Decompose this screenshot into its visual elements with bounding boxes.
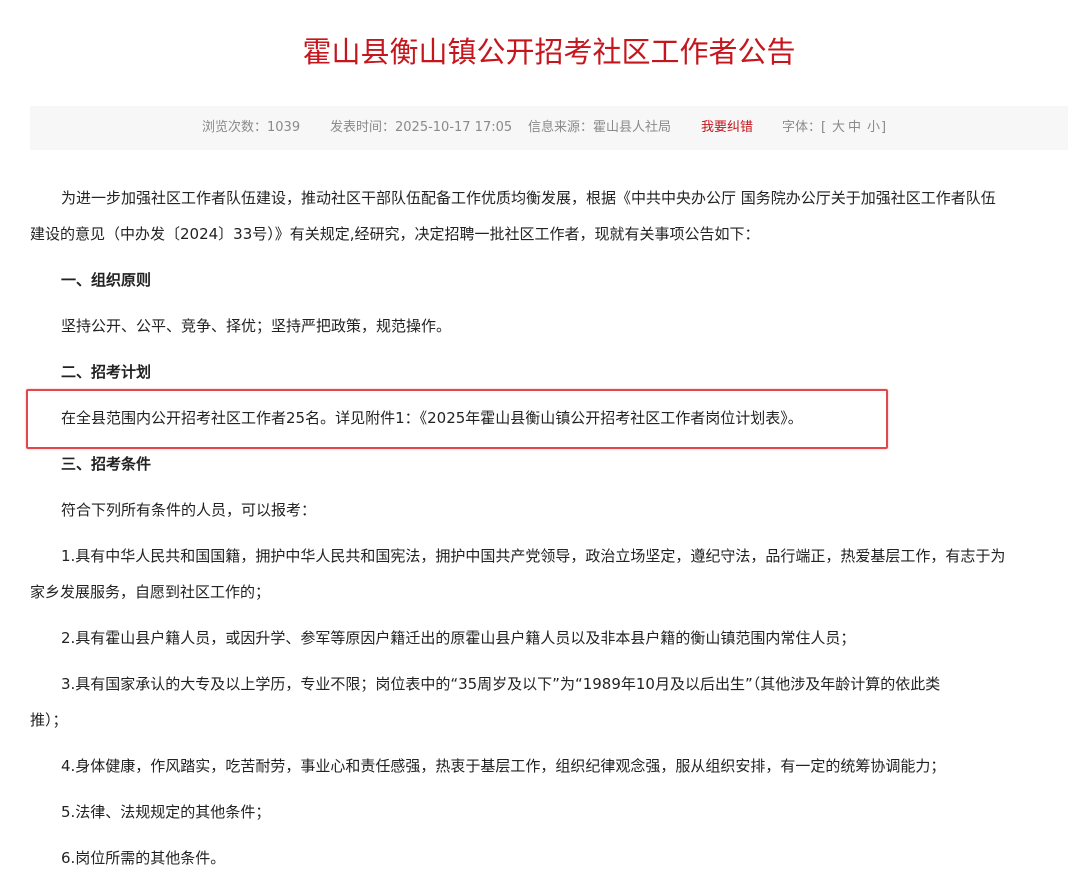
report-error-link[interactable]: 我要纠错 <box>701 106 753 150</box>
section-heading-requirements: 三、招考条件 <box>61 455 152 473</box>
requirement-item-1-line2: 家乡发展服务，自愿到社区工作的； <box>30 583 271 601</box>
requirement-item-2: 2.具有霍山县户籍人员，或因升学、参军等原因户籍迁出的原霍山县户籍人员以及非本县… <box>61 629 856 647</box>
article-page: 霍山县衡山镇公开招考社区工作者公告 浏览次数：1039 发表时间：2025-10… <box>0 0 1089 875</box>
intro-paragraph-line2: 建设的意见（中办发〔2024〕33号）》有关规定,经研究，决定招聘一批社区工作者… <box>30 225 760 243</box>
requirement-item-3-line1: 3.具有国家承认的大专及以上学历，专业不限；岗位表中的“35周岁及以下”为“19… <box>61 675 941 693</box>
font-large-button[interactable]: 大 <box>832 106 845 150</box>
requirement-item-3-line2: 推）； <box>30 711 68 729</box>
principles-text: 坚持公开、公平、竞争、择优；坚持严把政策，规范操作。 <box>61 317 452 335</box>
requirement-item-6: 6.岗位所需的其他条件。 <box>61 849 226 867</box>
info-source: 信息来源：霍山县人社局 <box>528 120 672 135</box>
section-heading-plan: 二、招考计划 <box>61 363 152 381</box>
intro-paragraph-line1: 为进一步加强社区工作者队伍建设，推动社区干部队伍配备工作优质均衡发展，根据《中共… <box>61 189 996 207</box>
requirement-item-1-line1: 1.具有中华人民共和国国籍，拥护中华人民共和国宪法，拥护中国共产党领导，政治立场… <box>61 547 1006 565</box>
publish-time: 发表时间：2025-10-17 17:05 <box>330 120 513 135</box>
font-size-bracket: ] <box>881 120 887 135</box>
article-meta-bar: 浏览次数：1039 发表时间：2025-10-17 17:05 信息来源：霍山县… <box>30 106 1068 150</box>
section-heading-principles: 一、组织原则 <box>61 271 152 289</box>
font-medium-button[interactable]: 中 <box>848 106 861 150</box>
view-count: 浏览次数：1039 <box>202 120 301 135</box>
article-title: 霍山县衡山镇公开招考社区工作者公告 <box>302 35 796 69</box>
font-small-button[interactable]: 小 <box>867 106 880 150</box>
requirement-item-4: 4.身体健康，作风踏实，吃苦耐劳，事业心和责任感强，热衷于基层工作，组织纪律观念… <box>61 757 946 775</box>
highlight-annotation-box <box>26 389 888 449</box>
requirement-item-5: 5.法律、法规规定的其他条件； <box>61 803 271 821</box>
font-size-label: 字体：[ <box>782 120 827 135</box>
requirements-intro: 符合下列所有条件的人员，可以报考： <box>61 501 317 519</box>
